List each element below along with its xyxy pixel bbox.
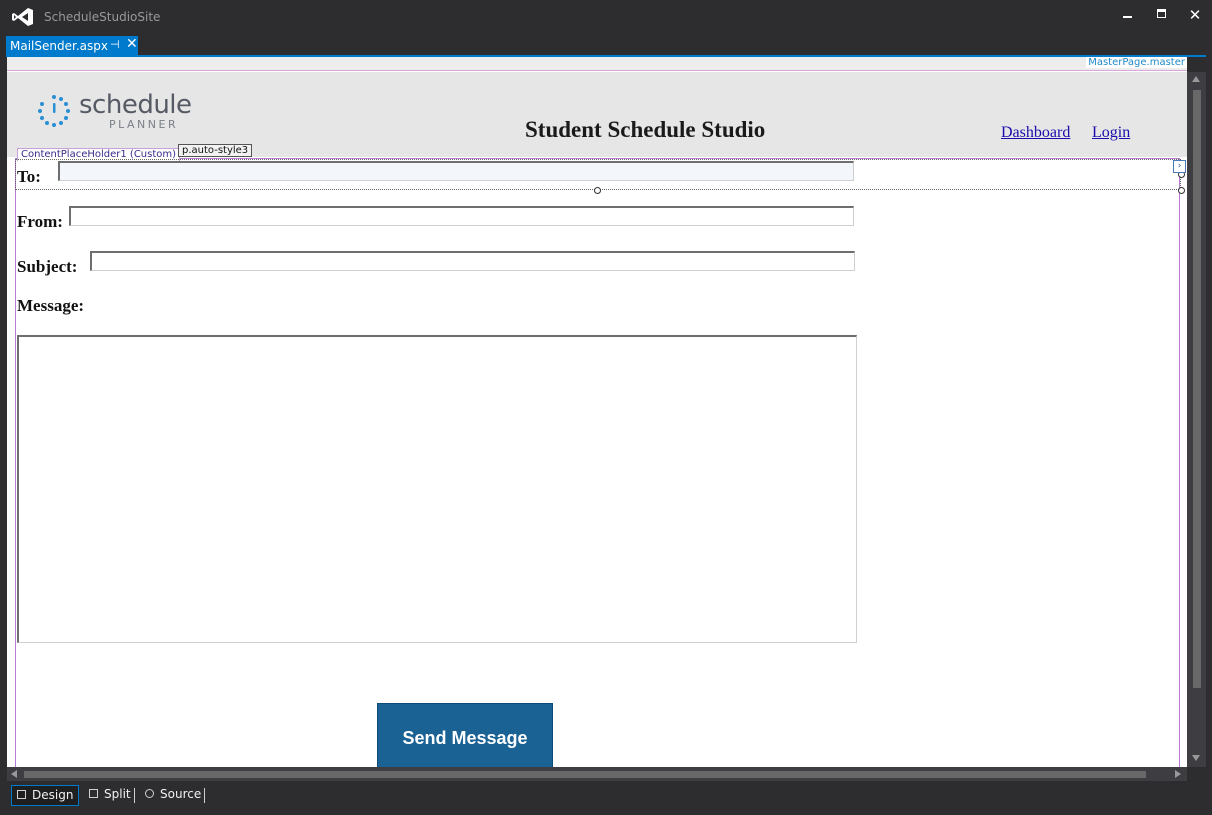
scroll-up-icon[interactable] (1192, 76, 1200, 82)
horizontal-scroll-thumb[interactable] (24, 771, 1146, 778)
scroll-down-icon[interactable] (1192, 755, 1200, 761)
schedule-planner-logo: schedule PLANNER (37, 90, 197, 134)
scrollbar-corner (1187, 767, 1206, 781)
source-view-label: Source (160, 787, 202, 801)
vertical-scrollbar[interactable] (1187, 72, 1206, 767)
resize-handle-corner[interactable] (1178, 187, 1185, 194)
title-bar: ScheduleStudioSite ✕ (0, 0, 1212, 34)
maximize-icon (1157, 9, 1166, 18)
design-surface[interactable]: MasterPage.master schedule PLANNER Stude… (7, 57, 1187, 767)
logo-dots-icon (38, 95, 70, 127)
minimize-button[interactable] (1114, 4, 1142, 26)
logo-word: schedule (79, 90, 192, 120)
scroll-right-icon[interactable] (1175, 770, 1181, 778)
visual-studio-icon (12, 8, 33, 26)
minimize-icon (1123, 16, 1132, 18)
site-title: Student Schedule Studio (525, 117, 766, 142)
app-title: ScheduleStudioSite (44, 10, 161, 24)
view-tab-bar: Design Split Source (0, 783, 1212, 815)
send-message-button[interactable]: Send Message (377, 703, 553, 767)
vertical-scroll-thumb[interactable] (1193, 90, 1201, 688)
tab-mailsender[interactable]: MailSender.aspx ⊣ ✕ (6, 36, 138, 55)
message-textarea[interactable] (17, 335, 857, 643)
split-view-label: Split (104, 787, 131, 801)
smart-tag-icon[interactable]: › (1173, 160, 1186, 173)
subject-input[interactable] (90, 251, 855, 271)
design-view-label: Design (32, 788, 74, 802)
tab-source-view[interactable]: Source (140, 785, 202, 806)
nav-link-dashboard[interactable]: Dashboard (1001, 124, 1070, 142)
tab-split-view[interactable]: Split (84, 785, 132, 806)
from-input[interactable] (69, 206, 854, 226)
selected-element-tag[interactable]: p.auto-style3 (178, 144, 253, 157)
resize-handle-bottom[interactable] (594, 187, 601, 194)
to-input[interactable] (58, 161, 854, 181)
subject-label: Subject: (17, 257, 78, 276)
to-label: To: (17, 167, 41, 186)
close-icon: ✕ (1188, 6, 1202, 24)
message-label: Message: (17, 296, 85, 315)
view-separator (204, 788, 205, 803)
document-tab-strip: MailSender.aspx ⊣ ✕ (0, 36, 1212, 83)
close-window-button[interactable]: ✕ (1181, 4, 1209, 26)
maximize-button[interactable] (1148, 4, 1176, 26)
tab-label: MailSender.aspx (10, 39, 108, 53)
source-view-icon (145, 789, 154, 798)
scroll-left-icon[interactable] (11, 770, 17, 778)
tab-design-view[interactable]: Design (11, 785, 79, 806)
from-label: From: (17, 212, 63, 231)
master-page-bar: MasterPage.master (7, 57, 1187, 71)
nav-link-login[interactable]: Login (1092, 124, 1130, 142)
close-tab-icon[interactable]: ✕ (126, 36, 138, 52)
pin-icon[interactable]: ⊣ (110, 38, 120, 51)
master-page-label[interactable]: MasterPage.master (1086, 57, 1187, 68)
horizontal-scrollbar[interactable] (7, 767, 1187, 781)
view-separator (134, 788, 135, 803)
logo-subtitle: PLANNER (109, 118, 179, 131)
design-view-icon (17, 790, 26, 799)
split-view-icon (89, 789, 98, 798)
